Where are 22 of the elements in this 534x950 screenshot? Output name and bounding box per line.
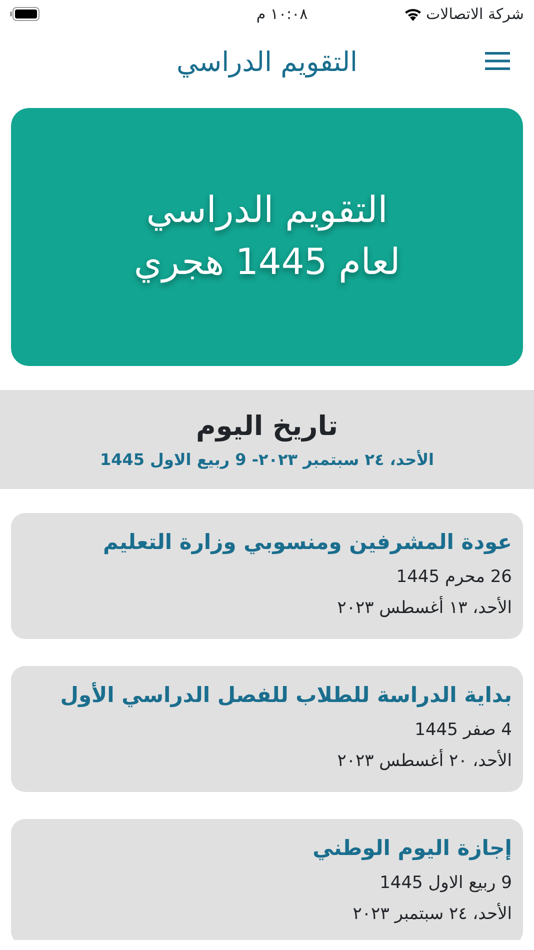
battery-icon — [10, 7, 40, 21]
event-card[interactable]: بداية الدراسة للطلاب للفصل الدراسي الأول 4 صفر 1445 الأحد، ٢٠ أغسطس ٢٠٢٣ — [11, 666, 523, 792]
hijri-date: 4 صفر 1445 — [414, 720, 512, 740]
gregorian-date: الأحد، ٢٤ سبتمبر ٢٠٢٣ — [352, 904, 512, 924]
today-date: الأحد، ٢٤ سبتمبر ٢٠٢٣- 9 ربيع الاول 1445 — [100, 448, 434, 471]
event-title: إجازة اليوم الوطني — [312, 836, 512, 860]
menu-button[interactable] — [485, 52, 510, 70]
hijri-date: 26 محرم 1445 — [396, 566, 512, 586]
event-title: عودة المشرفين ومنسوبي وزارة التعليم — [103, 530, 512, 554]
gregorian-date: الأحد، ١٣ أغسطس ٢٠٢٣ — [337, 598, 512, 618]
event-title: بداية الدراسة للطلاب للفصل الدراسي الأول — [60, 683, 512, 707]
hijri-date: 9 ربيع الاول 1445 — [380, 872, 512, 892]
clock-time: ١٠:٠٨ م — [256, 4, 308, 25]
banner-title-line: لعام 1445 هجري — [134, 241, 400, 285]
wifi-icon — [404, 7, 422, 21]
event-card[interactable]: عودة المشرفين ومنسوبي وزارة التعليم 26 محرم 1445 الأحد، ١٣ أغسطس ٢٠٢٣ — [11, 513, 523, 639]
banner-title-line: التقويم الدراسي — [146, 188, 388, 233]
app-title: التقويم الدراسي — [176, 46, 358, 80]
event-card[interactable]: إجازة اليوم الوطني 9 ربيع الاول 1445 الأحد، ٢٤ سبتمبر ٢٠٢٣ — [11, 819, 523, 940]
carrier-name: شركة الاتصالات — [426, 4, 524, 25]
gregorian-date: الأحد، ٢٠ أغسطس ٢٠٢٣ — [337, 751, 512, 771]
today-heading: تاريخ اليوم — [196, 410, 338, 444]
